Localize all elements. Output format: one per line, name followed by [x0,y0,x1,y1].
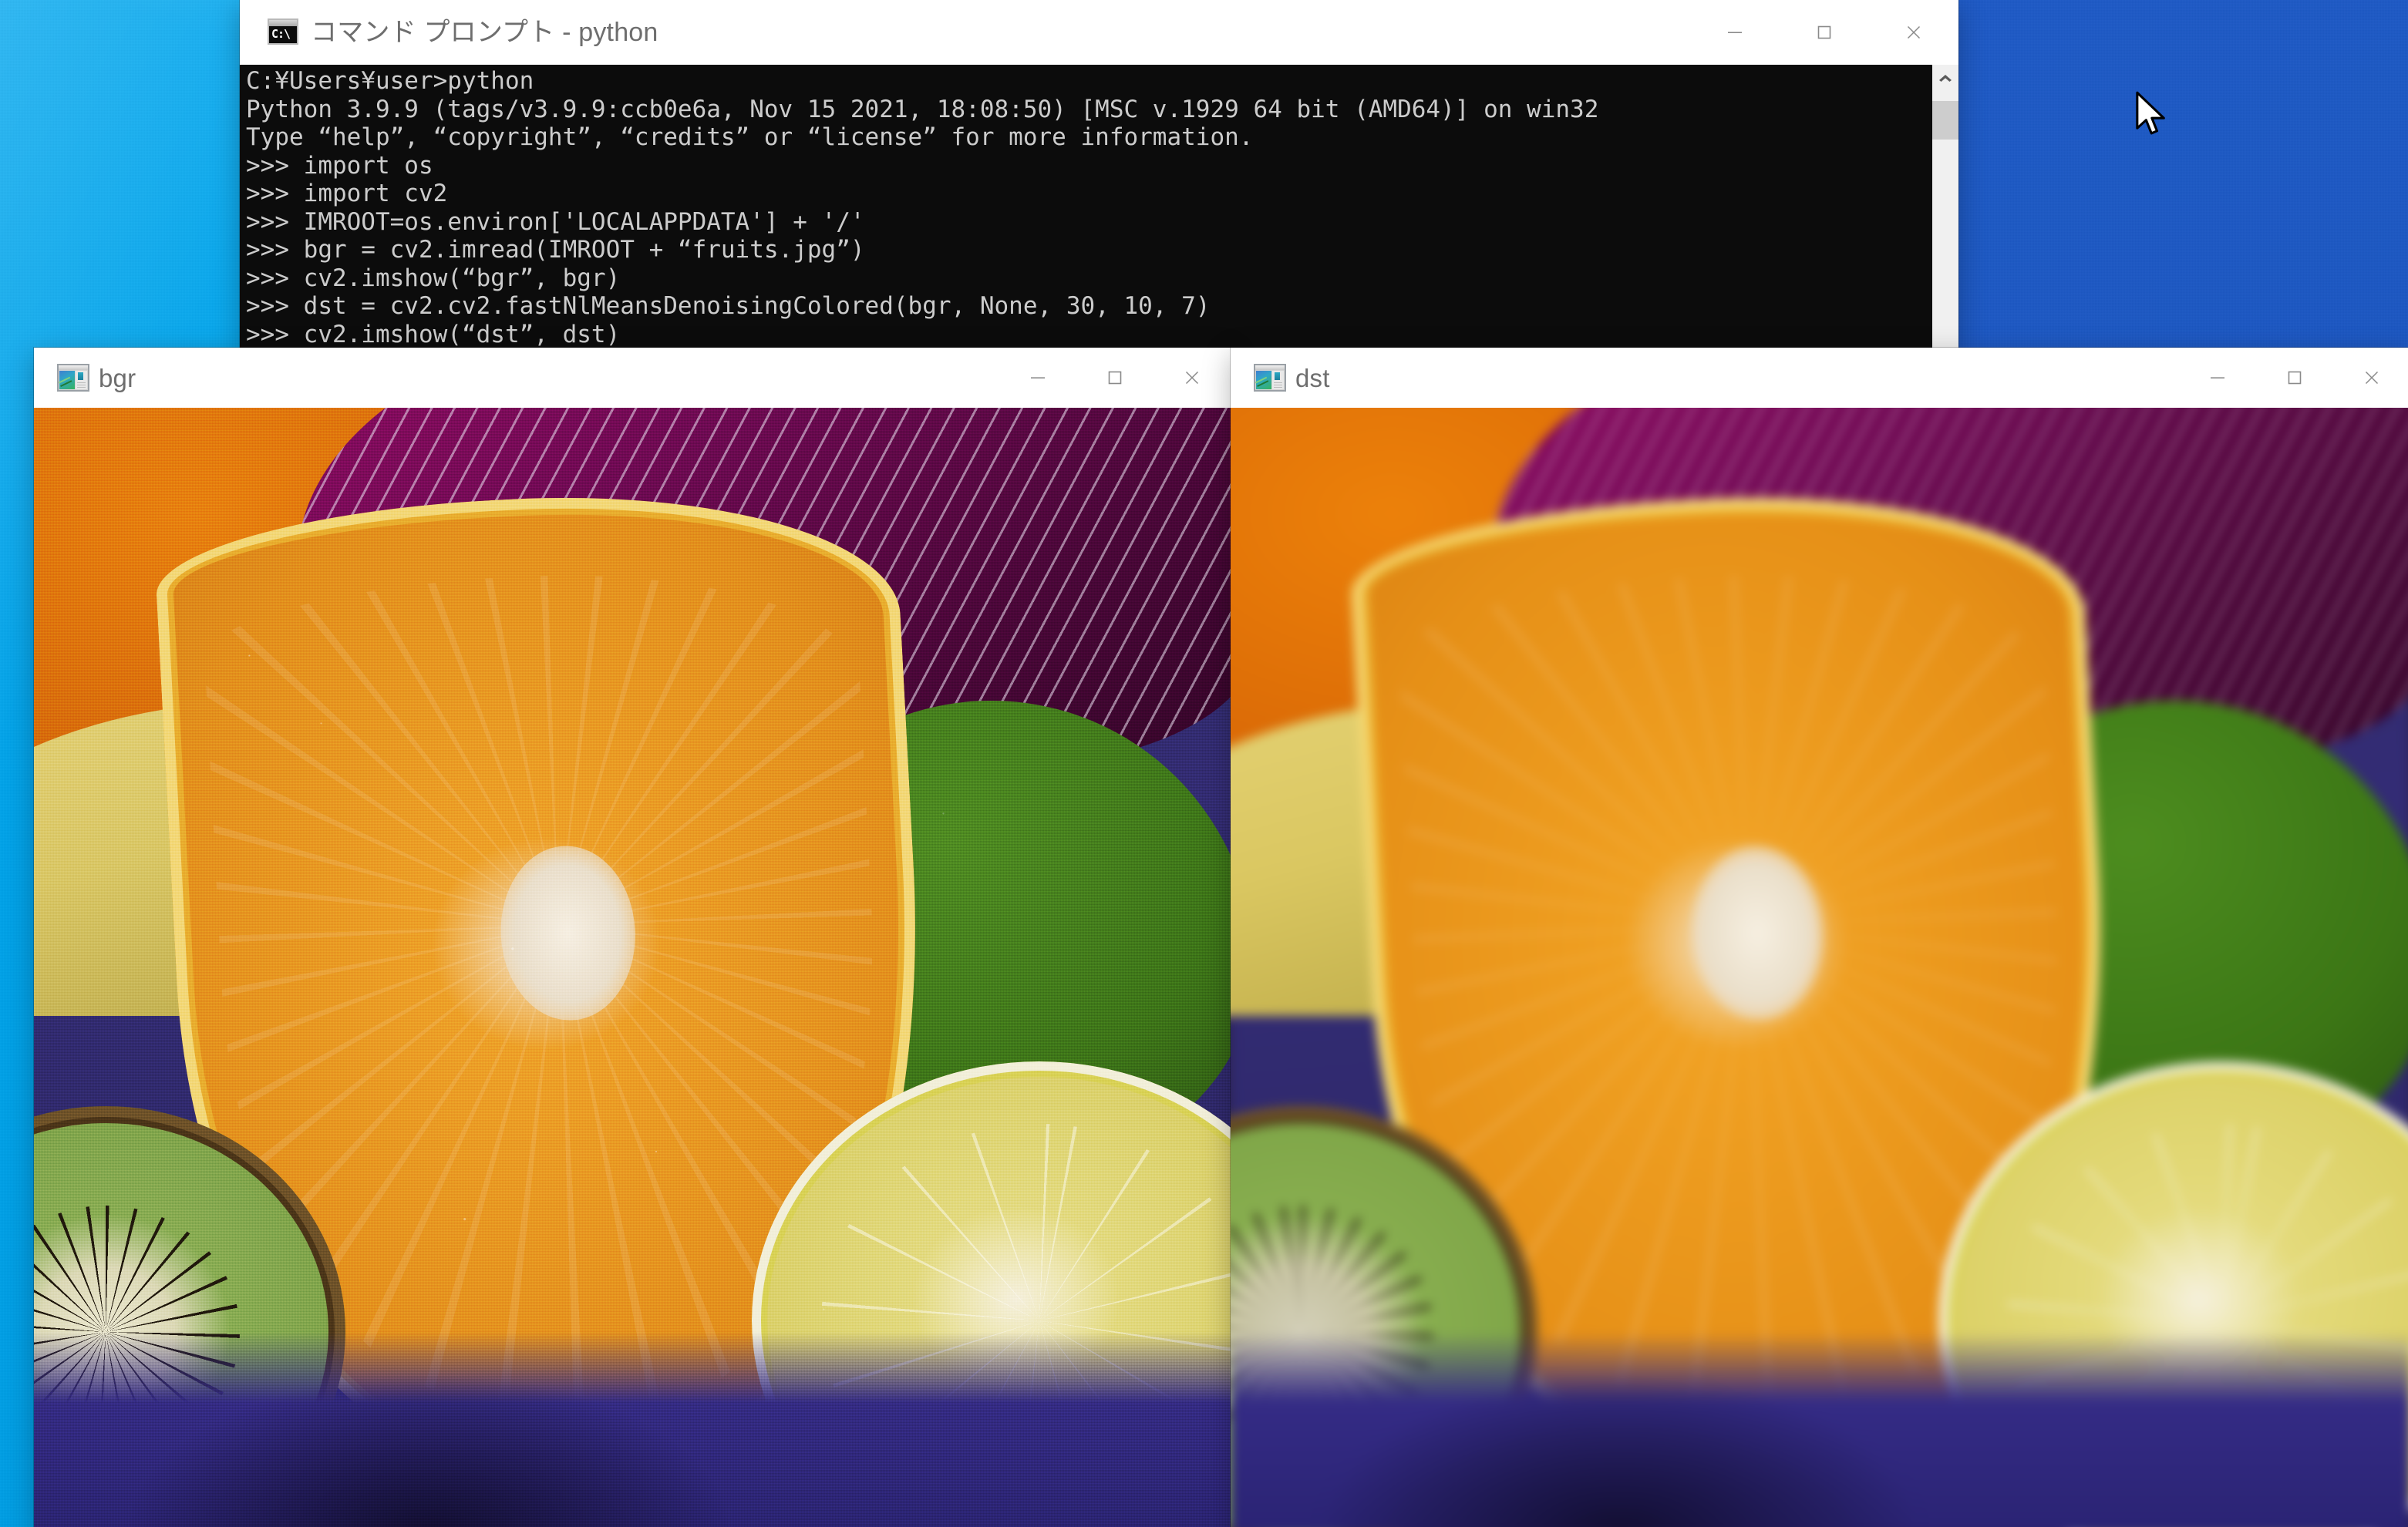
opencv-highgui-icon [57,364,89,392]
dst-minimize-button[interactable] [2179,348,2256,408]
bgr-image-canvas[interactable] [34,408,1231,1527]
bgr-image-window[interactable]: bgr [34,348,1231,1527]
minimize-button[interactable] [1690,0,1780,65]
close-icon [2365,371,2379,385]
scrollbar-thumb[interactable] [1932,101,1958,140]
maximize-icon [1108,371,1122,385]
fruits-photo-denoised [1231,408,2408,1527]
dst-close-button[interactable] [2333,348,2408,408]
command-prompt-caption-buttons [1690,0,1958,65]
maximize-icon [1817,25,1831,39]
command-prompt-title: コマンド プロンプト - python [311,18,658,47]
bgr-titlebar[interactable]: bgr [34,348,1231,408]
scroll-up-button[interactable] [1932,65,1958,91]
close-button[interactable] [1869,0,1958,65]
shadow-foreground [1325,1377,1915,1527]
dst-maximize-button[interactable] [2256,348,2333,408]
maximize-icon [2288,371,2302,385]
scrollbar-track[interactable] [1932,140,1958,354]
command-prompt-body[interactable]: C:¥Users¥user>python Python 3.9.9 (tags/… [240,65,1958,354]
console-output[interactable]: C:¥Users¥user>python Python 3.9.9 (tags/… [240,65,1931,354]
chevron-up-icon [1939,75,1952,82]
console-scrollbar[interactable] [1931,65,1958,354]
minimize-icon [1031,377,1045,378]
maximize-button[interactable] [1780,0,1869,65]
command-prompt-window[interactable]: C:\ コマンド プロンプト - python C:¥Users¥user>py… [240,0,1958,354]
fruits-photo-sharp [34,408,1231,1527]
opencv-highgui-icon [1254,364,1286,392]
bgr-minimize-button[interactable] [999,348,1076,408]
dst-image-window[interactable]: dst [1231,348,2408,1527]
minimize-icon [2211,377,2224,378]
bgr-window-title: bgr [99,363,136,392]
screen: C:\ コマンド プロンプト - python C:¥Users¥user>py… [0,0,2408,1527]
image-noise-grain [34,408,1231,1527]
bgr-close-button[interactable] [1153,348,1231,408]
command-prompt-titlebar[interactable]: C:\ コマンド プロンプト - python [240,0,1958,65]
dst-caption-buttons [2179,348,2408,408]
bgr-caption-buttons [999,348,1231,408]
close-icon [1185,371,1199,385]
minimize-icon [1728,32,1742,33]
dst-window-title: dst [1295,363,1330,392]
dst-image-canvas[interactable] [1231,408,2408,1527]
command-prompt-icon: C:\ [268,18,298,46]
bgr-maximize-button[interactable] [1076,348,1153,408]
dst-titlebar[interactable]: dst [1231,348,2408,408]
close-icon [1907,25,1921,39]
